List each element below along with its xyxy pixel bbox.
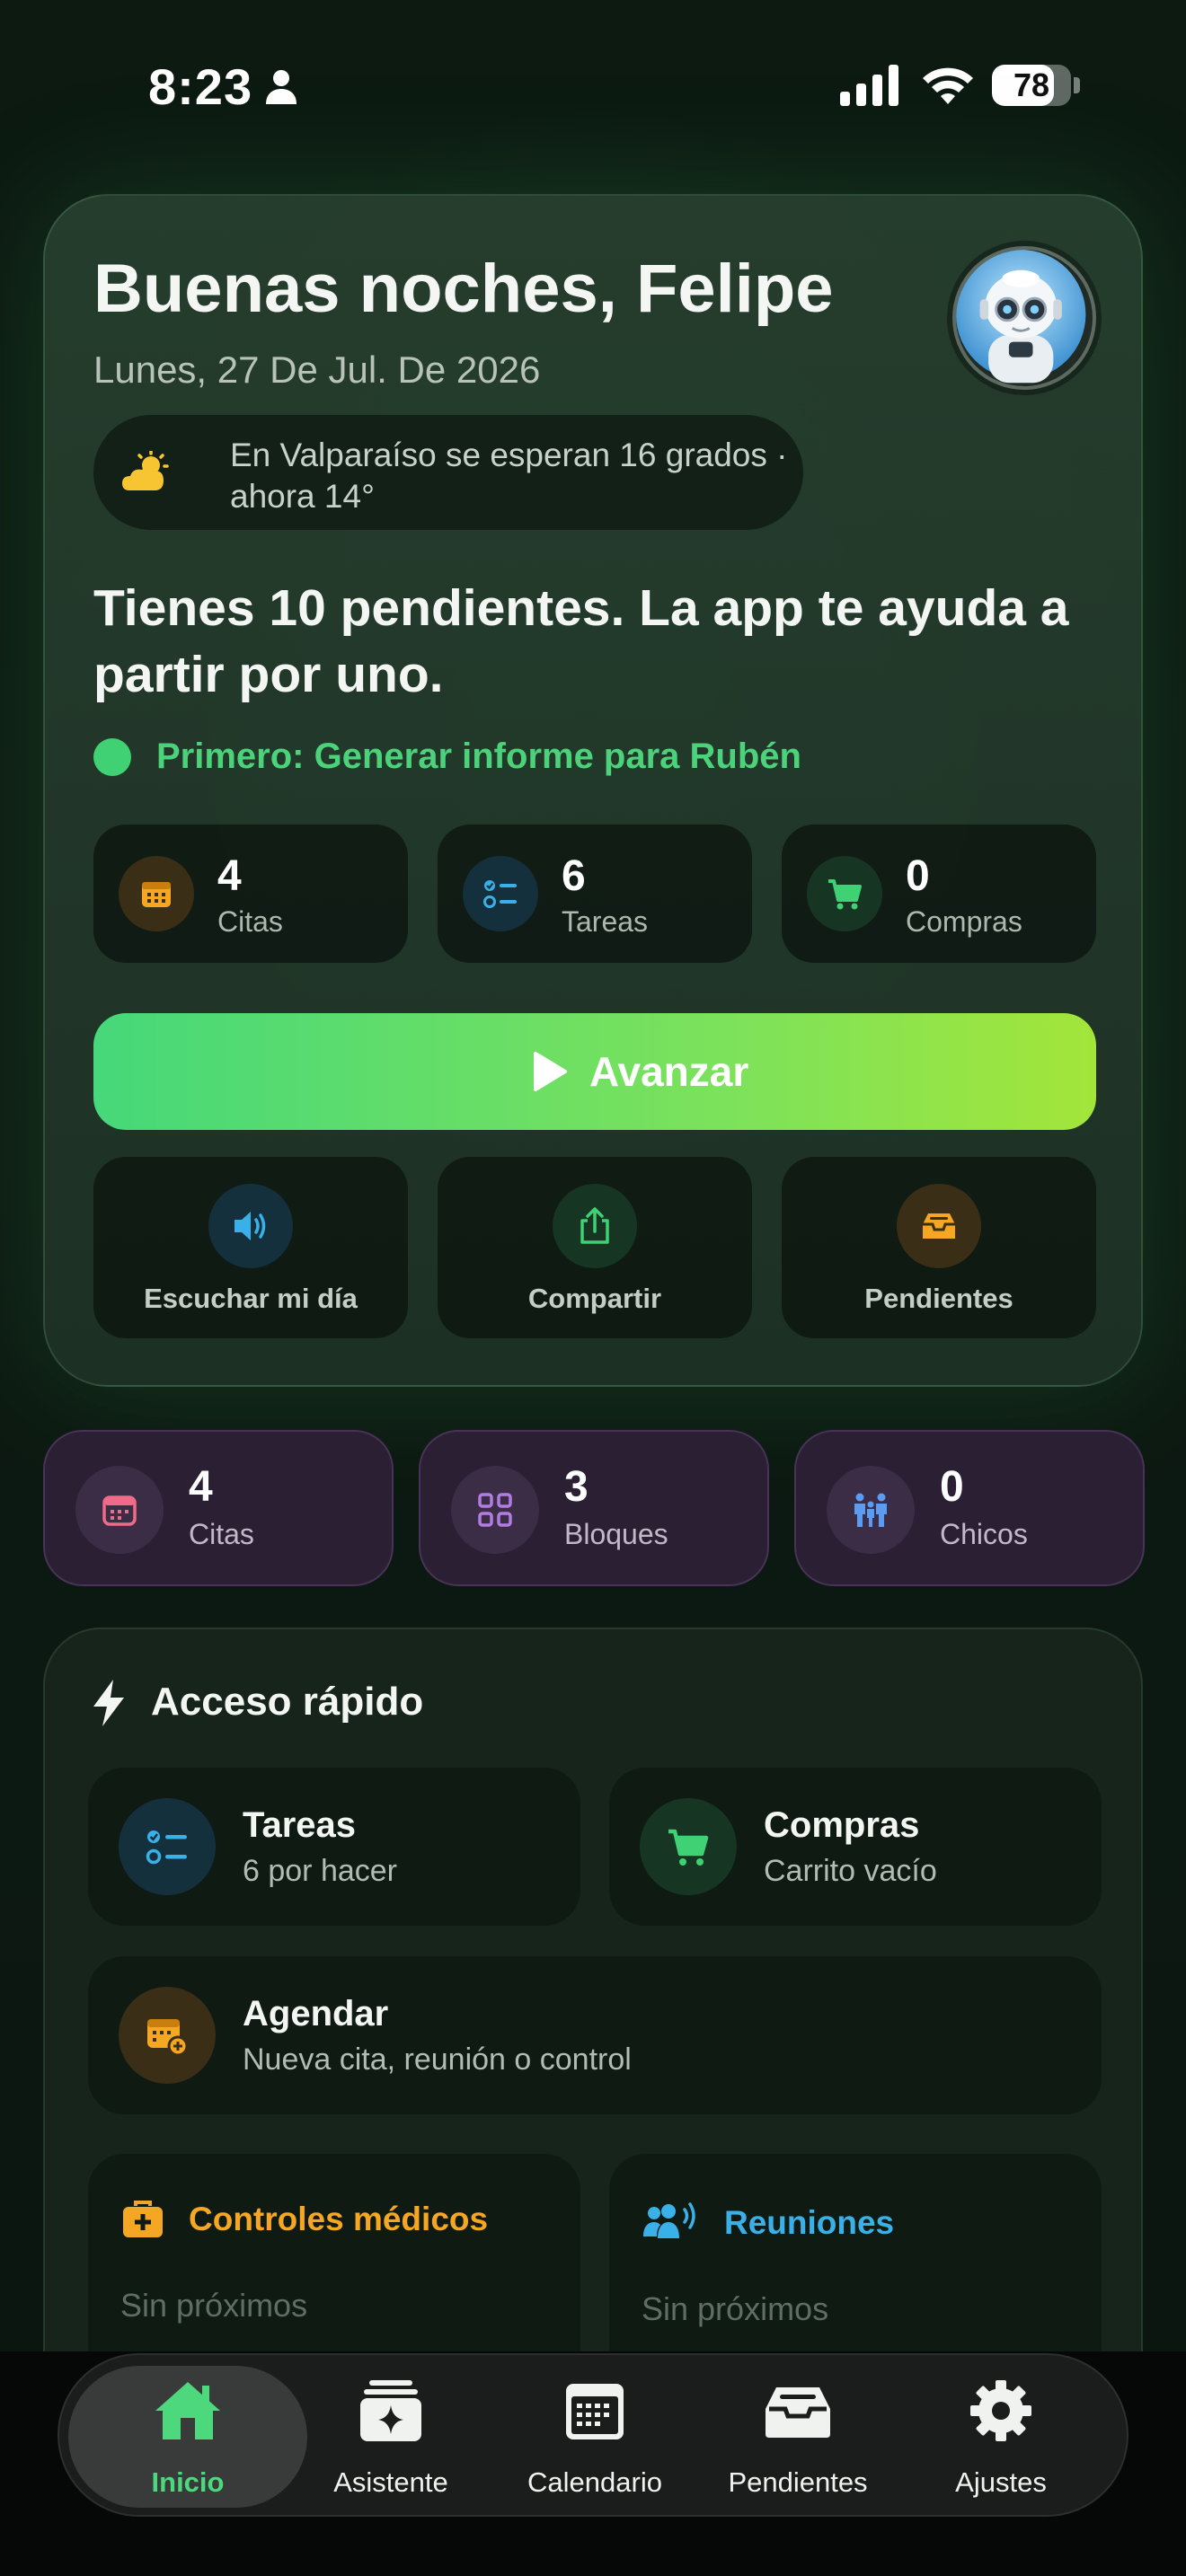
sun-cloud-icon xyxy=(122,451,169,490)
speaker-icon xyxy=(208,1184,293,1268)
summary-value: 0 xyxy=(940,1463,964,1511)
quick-shopping-button[interactable]: Compras Carrito vacío xyxy=(609,1768,1102,1926)
status-time: 8:23 xyxy=(148,58,253,115)
cellular-signal-icon xyxy=(840,65,898,106)
cart-icon xyxy=(807,856,882,931)
tab-calendario[interactable]: Calendario xyxy=(491,2355,698,2519)
weather-text: En Valparaíso se esperan 16 grados · aho… xyxy=(230,437,788,515)
battery-percent: 78 xyxy=(1013,66,1050,103)
share-button[interactable]: Compartir xyxy=(438,1157,752,1338)
summary-pill-bloques[interactable]: 3 Bloques xyxy=(419,1430,769,1586)
status-bar: 8:23 78 xyxy=(0,0,1186,171)
tab-label: Asistente xyxy=(333,2466,448,2498)
daily-summary-card: Buenas noches, Felipe Lunes, 27 De Jul. … xyxy=(43,194,1143,1387)
assistant-avatar[interactable] xyxy=(952,246,1096,390)
action-label: Escuchar mi día xyxy=(144,1283,358,1314)
weather-pill: En Valparaíso se esperan 16 grados · aho… xyxy=(93,415,803,530)
summary-value: 4 xyxy=(189,1463,213,1511)
calendar-add-icon xyxy=(119,1987,216,2084)
tab-inicio[interactable]: Inicio xyxy=(84,2355,291,2519)
tab-ajustes[interactable]: Ajustes xyxy=(898,2355,1104,2519)
inbox-icon xyxy=(766,2387,830,2438)
tab-asistente[interactable]: Asistente xyxy=(288,2355,494,2519)
stat-card-compras[interactable]: 0 Compras xyxy=(782,825,1096,963)
wifi-icon xyxy=(923,67,973,104)
stat-card-tareas[interactable]: 6 Tareas xyxy=(438,825,752,963)
cart-icon xyxy=(640,1798,737,1895)
status-dot xyxy=(93,738,131,776)
stat-label: Compras xyxy=(906,905,1022,938)
quick-schedule-button[interactable]: Agendar Nueva cita, reunión o control xyxy=(88,1956,1102,2114)
meetings-subtitle: Sin próximos xyxy=(642,2290,829,2327)
summary-pill-chicos[interactable]: 0 Chicos xyxy=(794,1430,1145,1586)
stat-label: Tareas xyxy=(562,905,649,938)
quick-item-subtitle: 6 por hacer xyxy=(243,1854,397,1888)
bolt-icon xyxy=(93,1680,124,1726)
quick-item-title: Tareas xyxy=(243,1805,357,1845)
calendar-icon xyxy=(75,1466,164,1554)
home-screen: 8:23 78 Buenas noches, Felipe Lunes, 27 … xyxy=(0,0,1186,2576)
tab-label: Pendientes xyxy=(728,2466,868,2498)
robot-avatar-icon xyxy=(956,250,1086,384)
tab-bar: Inicio Asistente Calendario Pendientes A… xyxy=(58,2353,1128,2517)
meeting-people-icon xyxy=(643,2202,695,2238)
checklist-icon xyxy=(119,1798,216,1895)
quick-item-title: Agendar xyxy=(243,1994,389,2033)
calendar-icon xyxy=(119,856,194,931)
medical-title: Controles médicos xyxy=(189,2201,489,2237)
summary-pill-citas[interactable]: 4 Citas xyxy=(43,1430,394,1586)
meetings-title: Reuniones xyxy=(724,2204,895,2241)
share-icon xyxy=(553,1184,637,1268)
stat-value: 0 xyxy=(906,852,930,900)
current-date: Lunes, 27 De Jul. De 2026 xyxy=(93,348,541,391)
summary-label: Citas xyxy=(189,1518,254,1550)
advance-button[interactable]: Avanzar xyxy=(93,1013,1096,1130)
quick-tasks-button[interactable]: Tareas 6 por hacer xyxy=(88,1768,580,1926)
play-icon xyxy=(534,1052,567,1091)
checklist-icon xyxy=(463,856,538,931)
summary-value: 3 xyxy=(564,1463,589,1511)
battery-indicator: 78 xyxy=(992,65,1080,106)
family-icon xyxy=(827,1466,915,1554)
grid-icon xyxy=(451,1466,539,1554)
stat-label: Citas xyxy=(217,905,283,938)
quick-access-title: Acceso rápido xyxy=(151,1680,424,1724)
medical-kit-icon xyxy=(123,2201,163,2237)
stat-value: 4 xyxy=(217,852,242,900)
tab-label: Calendario xyxy=(527,2466,662,2498)
summary-label: Chicos xyxy=(940,1518,1028,1550)
tab-label: Inicio xyxy=(151,2466,225,2498)
advance-button-label: Avanzar xyxy=(589,1048,749,1095)
action-label: Compartir xyxy=(527,1283,662,1314)
greeting-title: Buenas noches, Felipe xyxy=(93,251,834,327)
listen-my-day-button[interactable]: Escuchar mi día xyxy=(93,1157,408,1338)
tab-pendientes[interactable]: Pendientes xyxy=(695,2355,901,2519)
first-task-label: Primero: Generar informe para Rubén xyxy=(156,737,801,776)
quick-item-subtitle: Nueva cita, reunión o control xyxy=(243,2042,632,2077)
pending-button[interactable]: Pendientes xyxy=(782,1157,1096,1338)
tab-label: Ajustes xyxy=(955,2466,1047,2498)
calendar-icon xyxy=(566,2384,624,2439)
pending-summary-title: Tienes 10 pendientes. La app te ayuda a … xyxy=(93,579,1069,703)
gear-icon xyxy=(970,2380,1031,2441)
summary-label: Bloques xyxy=(564,1518,668,1550)
medical-subtitle: Sin próximos xyxy=(120,2287,308,2324)
action-label: Pendientes xyxy=(864,1283,1013,1314)
home-icon xyxy=(155,2382,220,2439)
quick-item-subtitle: Carrito vacío xyxy=(764,1854,937,1888)
inbox-icon xyxy=(897,1184,981,1268)
quick-item-title: Compras xyxy=(764,1805,920,1845)
person-icon xyxy=(266,70,296,104)
sparkle-icon xyxy=(360,2380,421,2441)
stat-value: 6 xyxy=(562,852,586,900)
stat-card-citas[interactable]: 4 Citas xyxy=(93,825,408,963)
